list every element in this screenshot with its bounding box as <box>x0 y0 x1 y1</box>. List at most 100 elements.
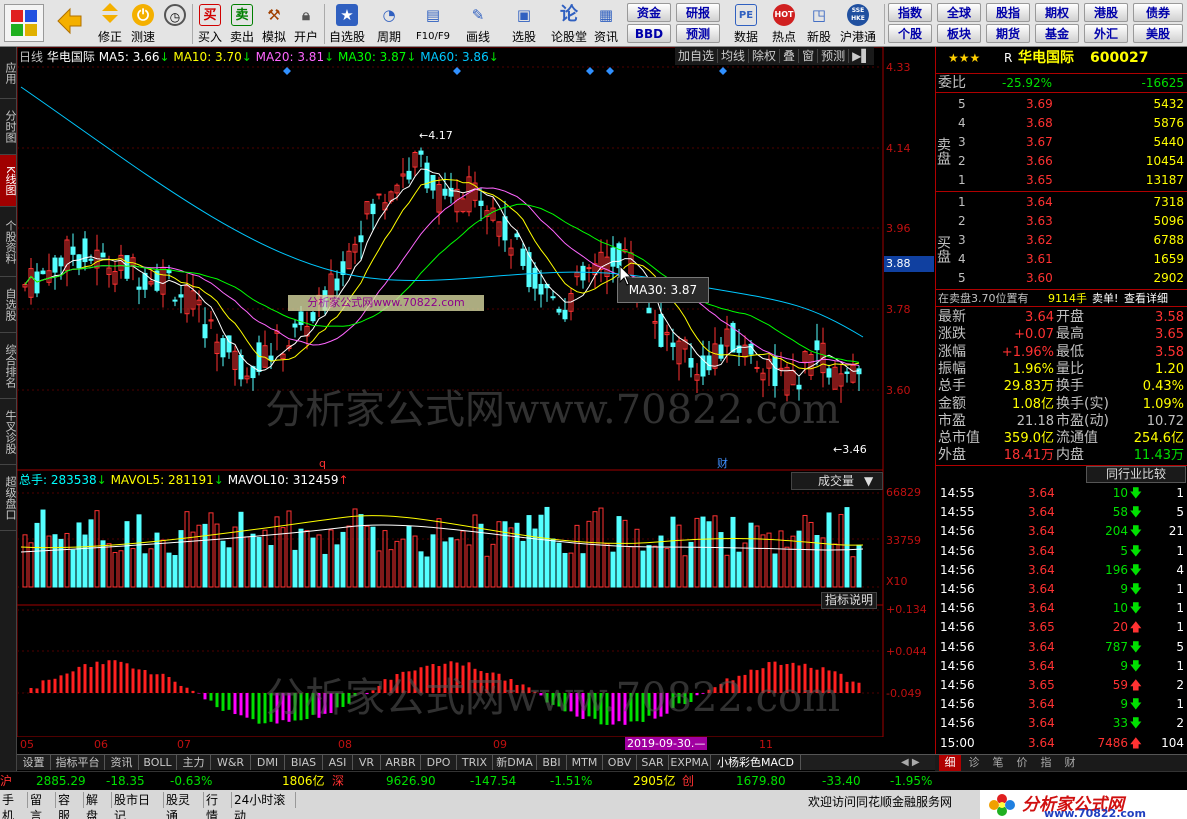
quote-tab[interactable]: 价 <box>1011 755 1033 771</box>
news-button[interactable]: ▦ 资讯 <box>592 1 620 46</box>
indicator-tab[interactable]: DPO <box>421 755 457 770</box>
draw-line-button[interactable]: ✎ 画线 <box>460 1 496 46</box>
indicator-tab[interactable]: 主力 <box>177 755 211 770</box>
event-marker[interactable] <box>453 67 461 75</box>
indicator-tab[interactable]: SAR <box>637 755 669 770</box>
indicator-tab[interactable]: BBI <box>537 755 567 770</box>
event-marker[interactable] <box>283 67 291 75</box>
back-button[interactable] <box>52 1 84 46</box>
forex-button[interactable]: 外汇 <box>1084 24 1128 43</box>
f10-button[interactable]: ▤ F10/F9 <box>412 1 454 46</box>
ask-row[interactable]: 3 3.67 5440 <box>936 133 1187 151</box>
individual-button[interactable]: 个股 <box>888 24 932 43</box>
index-button[interactable]: 指数 <box>888 3 932 22</box>
sell-button[interactable]: 卖 卖出 <box>228 1 256 46</box>
tab-apps[interactable]: 应用 <box>0 47 17 99</box>
indicator-tab[interactable]: W&R <box>211 755 251 770</box>
tab-scroll-arrows[interactable]: ◀ ▶ <box>901 755 935 770</box>
ask-row[interactable]: 5 3.69 5432 <box>936 95 1187 113</box>
indicator-tab[interactable]: ASI <box>323 755 353 770</box>
notice-detail-link[interactable]: 查看详细 <box>1124 290 1168 308</box>
tab-intraday[interactable]: 分时图 <box>0 99 17 155</box>
status-item[interactable]: 解盘 <box>84 792 112 819</box>
bid-row[interactable]: 4 3.61 1659 <box>936 250 1187 268</box>
indicator-tab[interactable]: BIAS <box>285 755 323 770</box>
speed-test-button[interactable]: ⏻ 测速 <box>128 1 158 46</box>
hk-stocks-button[interactable]: 港股 <box>1084 3 1128 22</box>
indicator-tab[interactable]: TRIX <box>457 755 493 770</box>
status-item[interactable]: 股市日记 <box>112 792 164 819</box>
bbd-button[interactable]: BBD <box>627 24 671 43</box>
watchlist-button[interactable]: ★ 自选股 <box>328 1 366 46</box>
quote-tab[interactable]: 财 <box>1059 755 1081 771</box>
ask-row[interactable]: 2 3.66 10454 <box>936 152 1187 170</box>
kline-chart-area[interactable]: ←4.17 ←3.46 q 财 日线 华电国际 MA5: 3.66↓ MA10: 3.… <box>17 47 884 737</box>
predict-button[interactable]: 预测 <box>818 49 850 63</box>
q-marker[interactable]: q <box>319 457 326 470</box>
status-item[interactable]: 行情 <box>204 792 232 819</box>
pin-icon[interactable]: ▶▌ <box>849 49 873 63</box>
indicator-tab[interactable]: 小杨彩色MACD <box>711 755 801 770</box>
bid-row[interactable]: 1 3.64 7318 <box>936 193 1187 211</box>
indicator-dropdown[interactable]: 成交量 ▼ <box>791 472 883 490</box>
open-account-button[interactable]: 🔒︎ 开户 <box>292 1 320 46</box>
simulate-button[interactable]: ⚒ 模拟 <box>260 1 288 46</box>
finance-marker[interactable]: 财 <box>717 456 728 470</box>
big-order-notice[interactable]: 在卖盘3.70位置有 9114手 卖单! 查看详细 <box>936 289 1187 307</box>
tab-kline[interactable]: K线图 <box>0 155 17 207</box>
indicator-tab[interactable]: EXPMA <box>669 755 711 770</box>
forecast-button[interactable]: 预测 <box>676 24 720 43</box>
event-marker[interactable] <box>586 67 594 75</box>
futures-button[interactable]: 期货 <box>986 24 1030 43</box>
overlay-button[interactable]: 叠 <box>780 49 800 63</box>
clock-button[interactable]: ◷ <box>160 1 190 46</box>
window-button[interactable]: 窗 <box>799 49 819 63</box>
status-item[interactable]: 留言 <box>28 792 56 819</box>
research-button[interactable]: 研报 <box>676 3 720 22</box>
tab-diagnose[interactable]: 牛叉诊股 <box>0 399 17 465</box>
quote-tab[interactable]: 指 <box>1035 755 1057 771</box>
tab-watchlist[interactable]: 自选股 <box>0 277 17 333</box>
funds-button[interactable]: 基金 <box>1035 24 1079 43</box>
tab-ranking[interactable]: 综合排名 <box>0 333 17 399</box>
hk-connect-button[interactable]: SSE HKE 沪港通 <box>838 1 878 46</box>
ex-rights-button[interactable]: 除权 <box>749 49 781 63</box>
bid-row[interactable]: 5 3.60 2902 <box>936 269 1187 287</box>
indicator-help-button[interactable]: 指标说明 <box>821 592 878 609</box>
indicator-tab[interactable]: VR <box>353 755 381 770</box>
buy-button[interactable]: 买 买入 <box>196 1 224 46</box>
add-watchlist-button[interactable]: 加自选 <box>675 49 719 63</box>
indicator-tab[interactable]: ARBR <box>381 755 421 770</box>
indicator-tab[interactable]: 资讯 <box>105 755 139 770</box>
quote-tab[interactable]: 笔 <box>987 755 1009 771</box>
indicator-tab[interactable]: OBV <box>603 755 637 770</box>
industry-compare-button[interactable]: 同行业比较 <box>1086 466 1186 483</box>
tab-stock-info[interactable]: 个股资料 <box>0 207 17 277</box>
quote-tab[interactable]: 细 <box>939 755 961 771</box>
indicator-tab[interactable]: 指标平台 <box>51 755 105 770</box>
ask-row[interactable]: 1 3.65 13187 <box>936 171 1187 189</box>
stock-screen-button[interactable]: ▣ 选股 <box>504 1 544 46</box>
period-button[interactable]: ◔ 周期 <box>372 1 406 46</box>
event-marker[interactable] <box>719 67 727 75</box>
event-marker[interactable] <box>606 67 614 75</box>
forum-button[interactable]: 论 论股堂 <box>550 1 588 46</box>
options-button[interactable]: 期权 <box>1035 3 1079 22</box>
ask-row[interactable]: 4 3.68 5876 <box>936 114 1187 132</box>
nav-arrows[interactable]: 修正 <box>96 1 124 46</box>
indicator-tab[interactable]: BOLL <box>139 755 177 770</box>
indicator-tab[interactable]: 新DMA <box>493 755 537 770</box>
bonds-button[interactable]: 债券 <box>1133 3 1183 22</box>
bid-row[interactable]: 2 3.63 5096 <box>936 212 1187 230</box>
indicator-tab[interactable]: MTM <box>567 755 603 770</box>
status-item[interactable]: 容服 <box>56 792 84 819</box>
quote-tab[interactable]: 诊 <box>963 755 985 771</box>
stock-index-button[interactable]: 股指 <box>986 3 1030 22</box>
status-item[interactable]: 24小时滚动 <box>232 792 296 819</box>
ma-settings-button[interactable]: 均线 <box>718 49 750 63</box>
status-item[interactable]: 股灵通 <box>164 792 204 819</box>
app-logo[interactable] <box>4 4 44 42</box>
ipo-button[interactable]: ◳ 新股 <box>804 1 834 46</box>
fund-flow-button[interactable]: 资金 <box>627 3 671 22</box>
sector-button[interactable]: 板块 <box>937 24 981 43</box>
